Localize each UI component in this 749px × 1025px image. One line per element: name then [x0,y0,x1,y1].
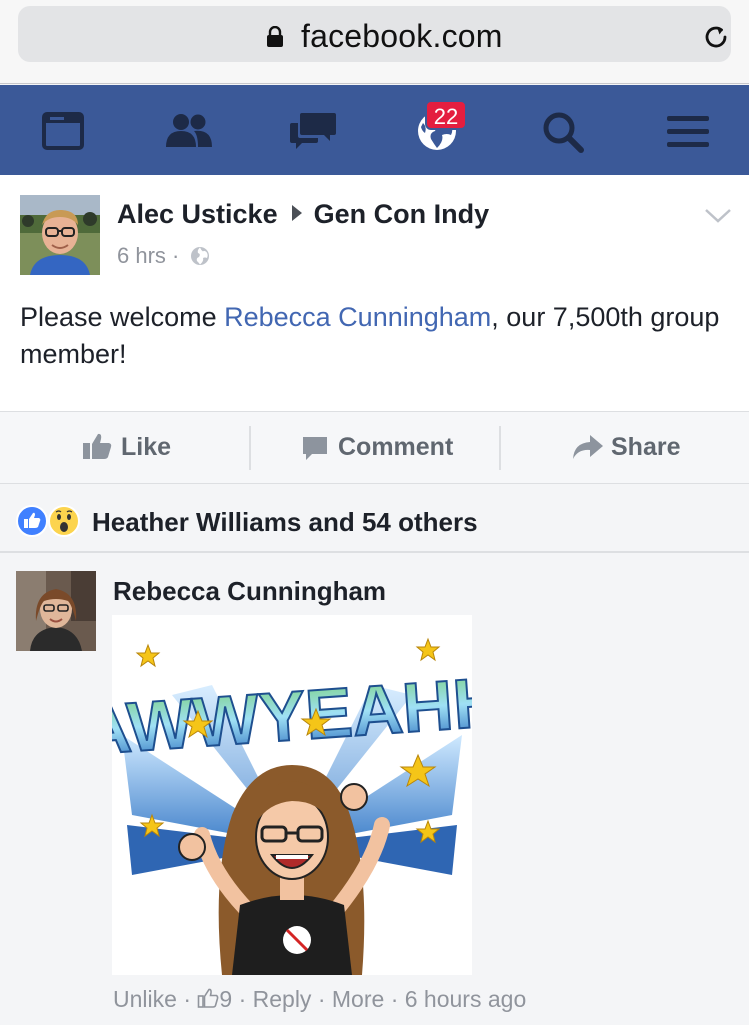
messages-icon [290,113,336,149]
post-meta: 6 hrs · [117,243,210,269]
friends-icon [166,114,212,147]
menu-tab[interactable] [643,85,733,175]
more-link[interactable]: More [332,986,384,1012]
address-bar[interactable]: facebook.com [18,6,731,62]
meta-dot: · [183,986,191,1012]
meta-dot: · [390,986,399,1012]
sticker-title-text: AWWYEAHH [112,662,472,769]
post-timestamp[interactable]: 6 hrs [117,243,166,268]
post-action-bar: Like Comment Share [0,411,749,484]
comment-button[interactable]: Comment [251,412,500,484]
browser-address-bar-area: facebook.com [0,0,749,84]
like-label: Like [121,433,172,461]
comment-author-link[interactable]: Rebecca Cunningham [113,576,386,607]
group-post: Alec Usticke Gen Con Indy 6 hrs · Please … [0,175,749,411]
notification-count-badge: 22 [425,100,467,130]
wow-reaction-icon [48,505,80,537]
lock-icon [267,26,283,47]
hamburger-menu-icon [667,116,709,147]
commenter-avatar[interactable] [16,571,96,651]
like-count-icon [198,988,219,1008]
share-button[interactable]: Share [501,412,749,484]
search-icon [543,112,584,153]
reply-link[interactable]: Reply [253,986,312,1012]
facebook-nav-bar [0,85,749,175]
comment-meta: Unlike · 9 · Reply · More · 6 hours ago [113,986,526,1013]
author-name-link[interactable]: Alec Usticke [117,199,278,229]
chevron-down-icon[interactable] [704,207,732,225]
like-button[interactable]: Like [0,412,250,484]
post-header: Alec Usticke Gen Con Indy [117,199,489,230]
reactions-summary-text[interactable]: Heather Williams and 54 others [92,507,478,538]
comment-bubble-icon [303,437,327,460]
news-feed-icon [42,112,84,150]
bitmoji-sticker[interactable]: AWWYEAHH [112,615,472,975]
author-avatar-image [20,195,100,275]
globe-icon [190,247,209,265]
triangle-arrow-icon [291,205,302,221]
url-text: facebook.com [301,18,503,54]
meta-separator: · [172,243,180,268]
share-arrow-icon [573,435,603,459]
comment-timestamp[interactable]: 6 hours ago [405,986,526,1012]
comment-like-count[interactable]: 9 [219,986,232,1012]
group-name-link[interactable]: Gen Con Indy [314,199,490,229]
reload-icon[interactable] [701,22,731,52]
unlike-link[interactable]: Unlike [113,986,177,1012]
author-avatar[interactable] [20,195,100,275]
search-tab[interactable] [518,85,608,175]
like-reaction-icon [16,505,48,537]
post-text-before: Please welcome [20,302,225,332]
news-feed-tab[interactable] [18,85,108,175]
bitmoji-sticker-image: AWWYEAHH [112,637,472,975]
messages-tab[interactable] [268,85,358,175]
comment-label: Comment [338,433,454,461]
post-body: Please welcome Rebecca Cunningham, our 7… [20,299,720,373]
share-label: Share [611,433,681,461]
commenter-avatar-image [16,571,96,651]
friend-requests-tab[interactable] [142,85,232,175]
meta-dot: · [238,986,247,1012]
meta-dot: · [317,986,326,1012]
mention-link[interactable]: Rebecca Cunningham [224,302,491,332]
thumbs-up-icon [83,433,112,459]
